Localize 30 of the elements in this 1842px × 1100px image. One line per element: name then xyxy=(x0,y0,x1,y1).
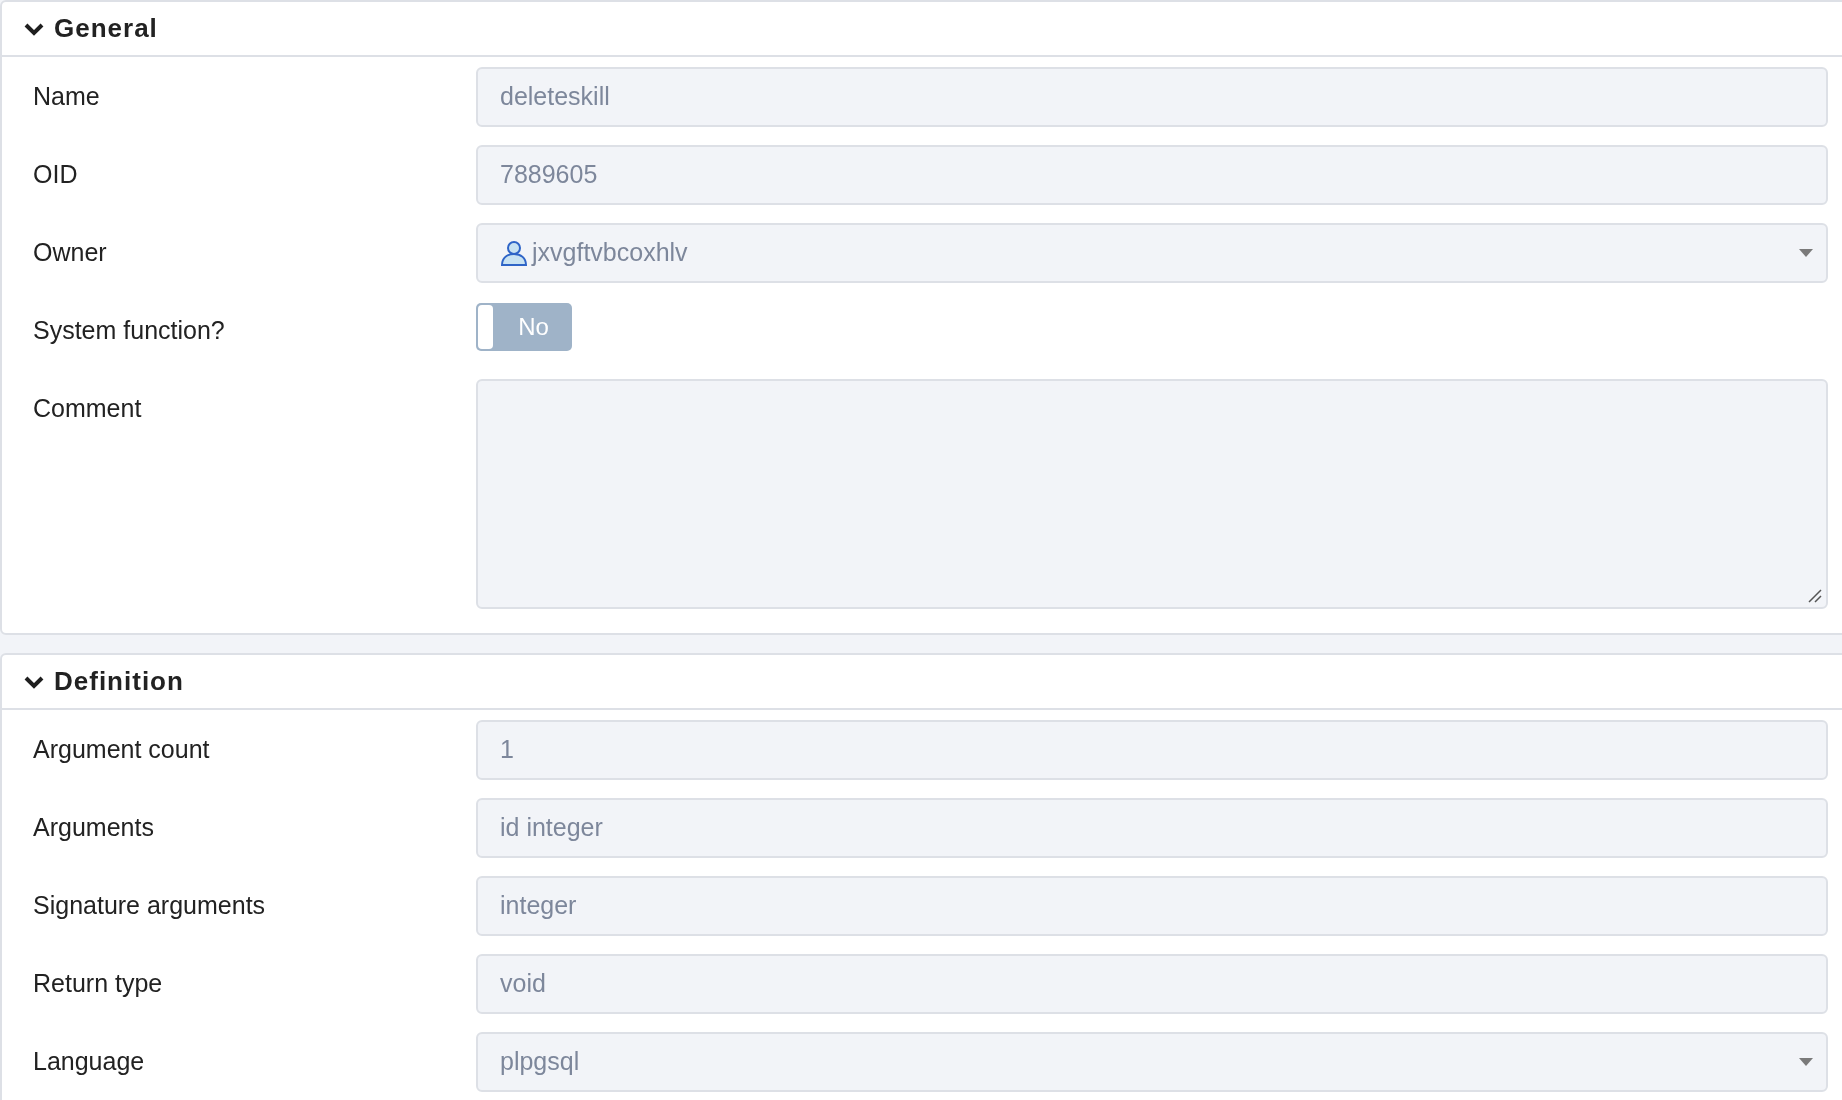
section-header[interactable]: Definition xyxy=(2,655,1842,710)
text-field[interactable]: id integer xyxy=(476,798,1828,858)
field-label: OID xyxy=(33,159,78,191)
field-label: Owner xyxy=(33,237,107,269)
section-header[interactable]: General xyxy=(2,2,1842,57)
field-label: Argument count xyxy=(33,734,210,766)
select-field[interactable]: jxvgftvbcoxhlv xyxy=(476,223,1828,283)
field-label: Arguments xyxy=(33,812,154,844)
text-field[interactable]: 7889605 xyxy=(476,145,1828,205)
field-label: Signature arguments xyxy=(33,890,266,922)
field-label: System function? xyxy=(33,315,225,347)
user-icon xyxy=(500,240,528,266)
text-field[interactable]: deleteskill xyxy=(476,67,1828,127)
field-label: Return type xyxy=(33,968,163,1000)
text-field[interactable]: void xyxy=(476,954,1828,1014)
text-field[interactable]: integer xyxy=(476,876,1828,936)
field-label: Name xyxy=(33,81,100,113)
select-field[interactable]: plpgsql xyxy=(476,1032,1828,1092)
field-label: Language xyxy=(33,1046,145,1078)
toggle-switch[interactable]: No xyxy=(476,303,572,351)
dropdown-caret-icon xyxy=(1798,1057,1814,1067)
dropdown-caret-icon xyxy=(1798,248,1814,258)
section-title: General xyxy=(54,12,158,45)
resize-grip-icon xyxy=(1808,589,1822,603)
text-field[interactable]: 1 xyxy=(476,720,1828,780)
chevron-icon xyxy=(24,674,44,689)
field-label: Comment xyxy=(33,393,142,425)
chevron-icon xyxy=(24,21,44,36)
comment-textarea[interactable] xyxy=(476,379,1828,609)
section-title: Definition xyxy=(54,665,184,698)
